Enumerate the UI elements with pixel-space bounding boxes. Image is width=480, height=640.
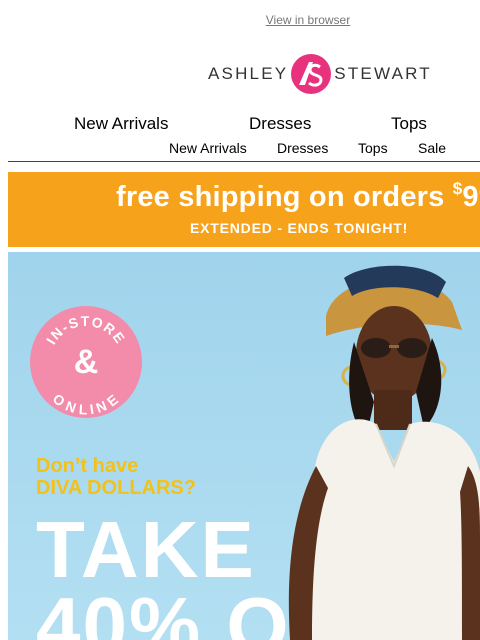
subnav-tops[interactable]: Tops (358, 140, 388, 156)
badge-ampersand: & (74, 343, 99, 381)
view-in-browser-link[interactable]: View in browser (0, 13, 480, 27)
subnav-dresses[interactable]: Dresses (277, 140, 328, 156)
hero-promo-banner[interactable]: IN-STORE & ONLINE Don’t have DIVA DOLLAR… (8, 252, 480, 640)
as-monogram-icon (291, 54, 332, 94)
question-line-1: Don’t have (36, 455, 139, 477)
in-store-online-badge: IN-STORE & ONLINE (30, 306, 142, 418)
badge-bottom-text: ONLINE (50, 390, 121, 417)
diva-dollars-question: Don’t have DIVA DOLLARS? (36, 455, 196, 499)
question-line-2: DIVA DOLLARS? (36, 477, 196, 499)
logo-word-left: ASHLEY (208, 64, 289, 83)
free-shipping-banner[interactable]: free shipping on orders $99 EXTENDED - E… (8, 172, 480, 247)
secondary-navigation: New Arrivals Dresses Tops Sale (0, 140, 480, 158)
sunglasses (361, 338, 391, 358)
badge-top-text: IN-STORE (43, 313, 128, 347)
svg-text:ONLINE: ONLINE (50, 390, 122, 417)
nav-new-arrivals[interactable]: New Arrivals (74, 114, 168, 134)
ashley-stewart-logo[interactable]: ASHLEY STEWART (208, 53, 432, 95)
subnav-sale[interactable]: Sale (418, 140, 446, 156)
nav-tops[interactable]: Tops (391, 114, 427, 134)
logo-word-right: STEWART (334, 64, 432, 83)
subnav-new-arrivals[interactable]: New Arrivals (169, 140, 247, 156)
shipping-currency: $ (452, 179, 463, 198)
nav-divider (8, 161, 480, 162)
shipping-amount: 99 (462, 181, 480, 213)
svg-text:IN-STORE: IN-STORE (43, 313, 129, 347)
model-photo (288, 265, 480, 640)
shipping-subline: EXTENDED - ENDS TONIGHT! (190, 220, 409, 236)
shipping-headline: free shipping on orders $99 (116, 179, 480, 214)
take-headline: TAKE (36, 505, 256, 594)
nav-dresses[interactable]: Dresses (249, 114, 311, 134)
main-navigation: New Arrivals Dresses Tops (0, 114, 480, 136)
